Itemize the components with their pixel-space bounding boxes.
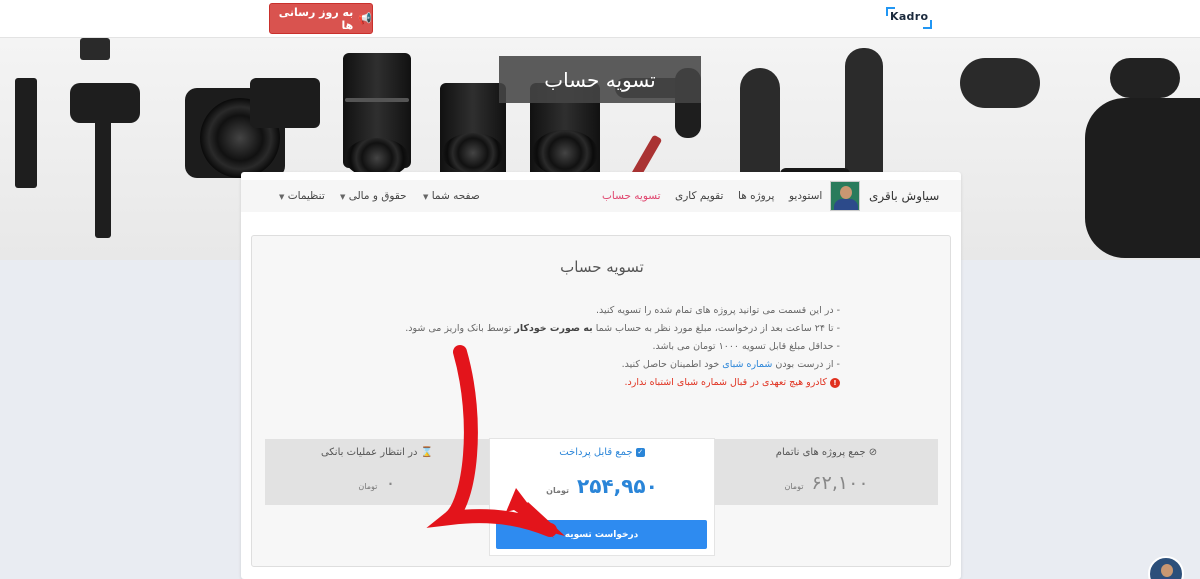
nav-item-calendar[interactable]: تقویم کاری [675, 180, 723, 212]
profile-nav: سیاوش باقری استودیو پروژه ها تقویم کاری … [241, 180, 961, 212]
info-line: - در این قسمت می توانید پروژه های تمام ش… [596, 305, 840, 316]
nav-item-studio[interactable]: استودیو [789, 180, 822, 212]
stat-pending-value: ۰ [385, 472, 396, 494]
caret-down-icon: ▼ [340, 193, 346, 201]
user-name[interactable]: سیاوش باقری [869, 180, 939, 212]
nav-item-finance[interactable]: حقوق و مالی ▼ [340, 180, 407, 212]
stat-unfinished: ⊘ جمع پروژه های ناتمام ۶۲,۱۰۰ تومان [715, 439, 938, 505]
support-avatar[interactable] [1148, 556, 1184, 579]
nav-item-finance-label: حقوق و مالی [348, 190, 407, 202]
ban-icon: ⊘ [868, 447, 878, 458]
settlement-title: تسویه حساب [560, 258, 644, 276]
stat-unfinished-label: ⊘ جمع پروژه های ناتمام [775, 447, 878, 458]
updates-button-label: به روز رسانی ها [278, 5, 354, 32]
sheba-link[interactable]: شماره شبای [722, 359, 772, 370]
updates-button[interactable]: 📢 به روز رسانی ها [269, 3, 373, 34]
nav-item-settlement[interactable]: تسویه حساب [602, 180, 661, 212]
hourglass-icon: ⌛ [420, 447, 434, 458]
top-bar: 📢 به روز رسانی ها Kadro [0, 0, 1200, 38]
hero-title: تسویه حساب [544, 67, 656, 92]
currency-unit: تومان [358, 482, 378, 491]
alert-icon: ! [830, 377, 840, 388]
info-line: - تا ۲۴ ساعت بعد از درخواست، مبلغ مورد ن… [405, 323, 840, 334]
currency-unit: تومان [784, 482, 804, 491]
nav-item-your-page[interactable]: صفحه شما ▼ [423, 180, 480, 212]
nav-item-projects[interactable]: پروژه ها [738, 180, 774, 212]
caret-down-icon: ▼ [423, 193, 429, 201]
kadro-logo[interactable]: Kadro [886, 7, 932, 29]
nav-item-your-page-label: صفحه شما [431, 190, 480, 202]
annotation-arrow [426, 345, 565, 538]
logo-text: Kadro [890, 10, 929, 23]
nav-item-settings-label: تنظیمات [287, 190, 325, 202]
hero-title-box: تسویه حساب [499, 56, 701, 103]
user-avatar[interactable] [830, 181, 860, 211]
stat-unfinished-value: ۶۲,۱۰۰ [811, 472, 869, 494]
caret-down-icon: ▼ [279, 193, 285, 201]
nav-item-settings[interactable]: تنظیمات ▼ [279, 180, 325, 212]
megaphone-icon: 📢 [358, 12, 372, 25]
